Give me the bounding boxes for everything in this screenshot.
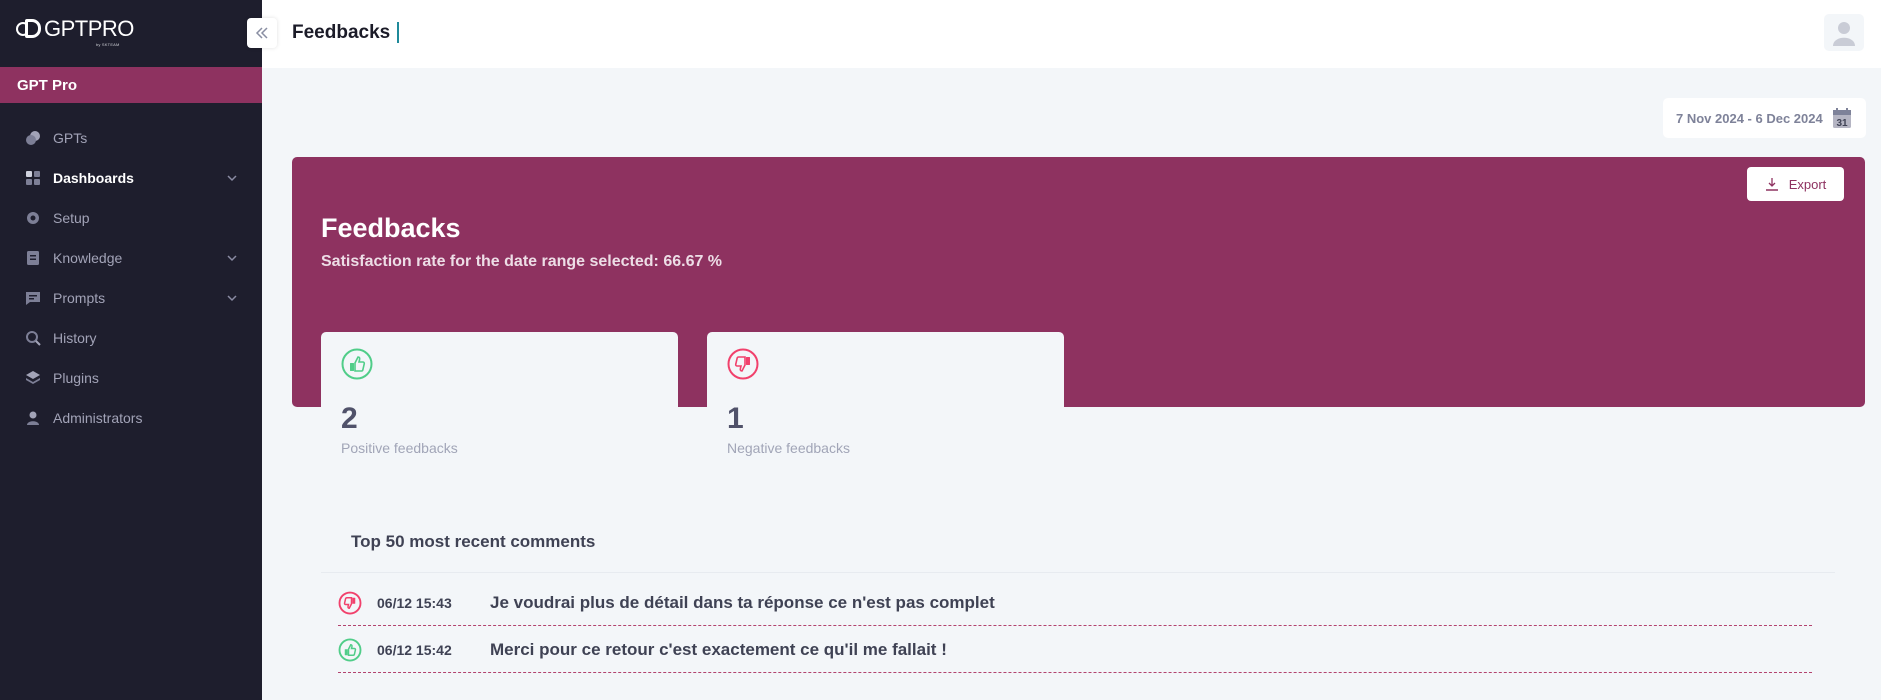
sidebar-item-setup[interactable]: Setup xyxy=(0,198,262,238)
sidebar-item-label: Plugins xyxy=(53,370,99,386)
banner-title: Feedbacks xyxy=(321,213,461,243)
top-header xyxy=(262,0,1881,68)
sidebar-item-administrators[interactable]: Administrators xyxy=(0,398,262,438)
comment-row: 06/12 15:42 Merci pour ce retour c'est e… xyxy=(338,627,1812,673)
date-range-picker[interactable]: 7 Nov 2024 - 6 Dec 2024 31 xyxy=(1663,98,1866,138)
comment-time: 06/12 15:43 xyxy=(377,594,452,611)
sidebar-item-label: Administrators xyxy=(53,410,143,426)
title-divider xyxy=(397,22,399,43)
user-icon xyxy=(25,410,41,426)
negative-feedback-card: 1 Negative feedbacks xyxy=(707,332,1064,474)
export-button[interactable]: Export xyxy=(1747,167,1844,201)
calendar-day: 31 xyxy=(1836,118,1848,129)
collapse-sidebar-button[interactable] xyxy=(247,18,277,48)
sidebar-menu: GPTs Dashboards Setup Knowledge Prompts … xyxy=(0,118,262,438)
negative-count: 1 xyxy=(727,402,744,435)
positive-count: 2 xyxy=(341,402,358,435)
workspace-name[interactable]: GPT Pro xyxy=(0,67,262,103)
comment-row: 06/12 15:43 Je voudrai plus de détail da… xyxy=(338,580,1812,626)
comment-text: Merci pour ce retour c'est exactement ce… xyxy=(490,639,947,659)
sidebar-item-label: GPTs xyxy=(53,130,88,146)
sidebar-item-label: Prompts xyxy=(53,290,106,306)
logo-text: GPTPRO xyxy=(44,16,134,41)
dashboard-icon xyxy=(25,170,41,186)
logo-subtitle: by SKTEAM xyxy=(96,42,120,47)
thumbs-up-icon xyxy=(341,348,373,380)
export-label: Export xyxy=(1788,176,1827,192)
layers-icon xyxy=(25,370,41,386)
comment-time: 06/12 15:42 xyxy=(377,641,452,658)
calendar-icon: 31 xyxy=(1832,107,1852,129)
comment-text: Je voudrai plus de détail dans ta répons… xyxy=(490,592,995,612)
gear-icon xyxy=(25,210,41,226)
app-logo[interactable]: GPTPRO by SKTEAM xyxy=(16,16,134,47)
logo-icon xyxy=(16,18,42,38)
sidebar-item-history[interactable]: History xyxy=(0,318,262,358)
comments-heading: Top 50 most recent comments xyxy=(321,504,1835,573)
chevron-down-icon[interactable] xyxy=(226,171,238,183)
search-history-icon xyxy=(25,330,41,346)
sidebar-item-label: History xyxy=(53,330,97,346)
thumbs-down-icon xyxy=(338,591,362,614)
page-title: Feedbacks xyxy=(292,22,391,43)
positive-label: Positive feedbacks xyxy=(341,440,458,456)
document-icon xyxy=(25,250,41,266)
gpt-icon xyxy=(25,130,41,146)
sidebar-item-plugins[interactable]: Plugins xyxy=(0,358,262,398)
satisfaction-rate: Satisfaction rate for the date range sel… xyxy=(321,253,723,270)
comments-panel: Top 50 most recent comments 06/12 15:43 … xyxy=(321,504,1835,700)
user-avatar-button[interactable] xyxy=(1824,14,1864,51)
double-chevron-left-icon xyxy=(255,27,268,39)
sidebar-item-label: Knowledge xyxy=(53,250,123,266)
sidebar-item-knowledge[interactable]: Knowledge xyxy=(0,238,262,278)
positive-feedback-card: 2 Positive feedbacks xyxy=(321,332,678,474)
chevron-down-icon[interactable] xyxy=(226,251,238,263)
thumbs-down-icon xyxy=(727,348,759,380)
download-icon xyxy=(1765,178,1778,191)
user-avatar-icon xyxy=(1833,21,1855,46)
sidebar: GPTPRO by SKTEAM GPT Pro GPTs Dashboards… xyxy=(0,0,262,700)
chevron-down-icon[interactable] xyxy=(226,291,238,303)
chat-icon xyxy=(25,290,41,306)
sidebar-item-prompts[interactable]: Prompts xyxy=(0,278,262,318)
sidebar-item-dashboards[interactable]: Dashboards xyxy=(0,158,262,198)
negative-label: Negative feedbacks xyxy=(727,440,850,456)
sidebar-item-label: Dashboards xyxy=(53,170,134,186)
sidebar-item-gpts[interactable]: GPTs xyxy=(0,118,262,158)
date-range-value: 7 Nov 2024 - 6 Dec 2024 xyxy=(1676,110,1823,126)
thumbs-up-icon xyxy=(338,638,362,661)
sidebar-item-label: Setup xyxy=(53,210,90,226)
